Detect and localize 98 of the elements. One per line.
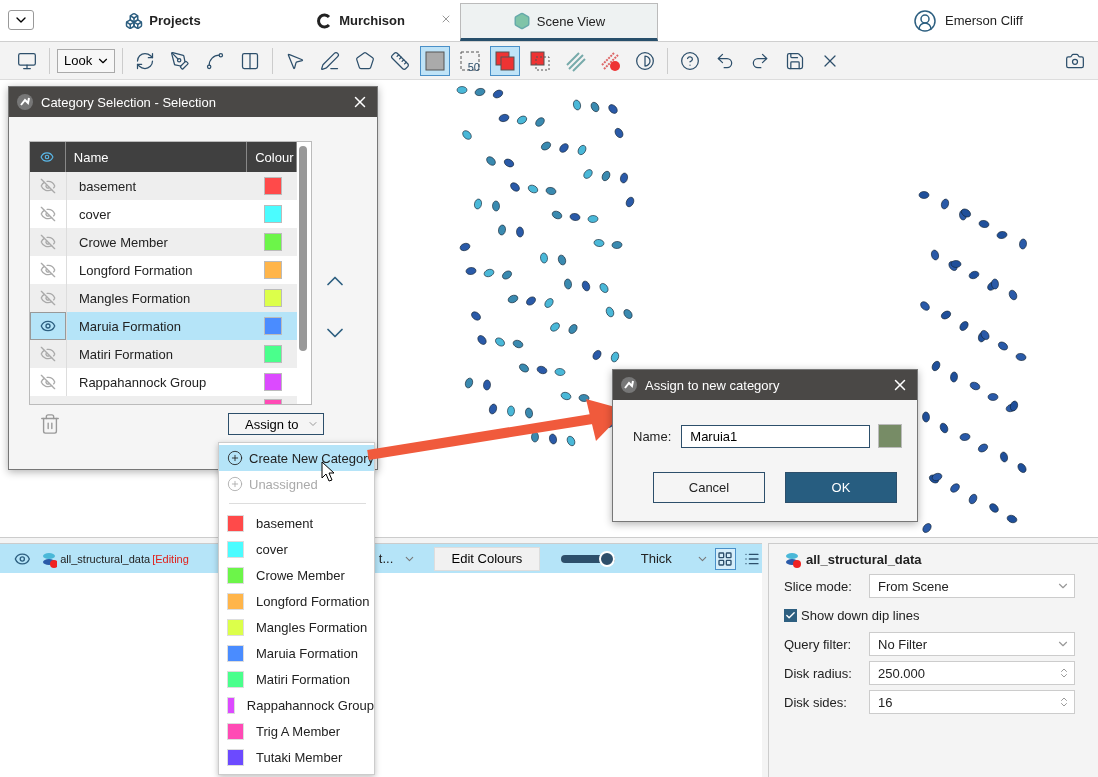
menu-item[interactable]: Matiri Formation [219,666,374,692]
colour-swatch[interactable] [264,205,282,223]
menu-item[interactable]: cover [219,536,374,562]
hatch-icon [564,49,586,72]
app-logo-icon [621,377,637,393]
dialog-title: Category Selection - Selection [41,94,217,110]
contrast-icon [635,50,655,71]
checkbox[interactable] [784,608,797,622]
menu-item[interactable]: Tutaki Member [219,744,374,770]
disks-error-icon [784,550,802,568]
app-logo-icon [17,94,33,110]
field-label: Slice mode: [784,578,853,594]
monitor-icon [17,50,37,71]
menu-item[interactable]: Trig A Member [219,718,374,744]
assign-to-button[interactable]: Assign to [228,413,324,435]
menu-item[interactable]: Rappahannock Group [219,692,374,718]
colour-swatch[interactable] [264,345,282,363]
dropdown-value[interactable]: t... [378,551,403,566]
tool-button[interactable] [490,45,520,76]
add-icon [227,476,243,492]
check-icon [785,609,796,621]
overlapping-squares-icon [494,49,516,72]
field-value: 16 [878,694,893,710]
colour-swatch[interactable] [264,373,282,391]
spinner-arrows-icon [1058,696,1070,708]
colour-swatch[interactable] [264,289,282,307]
category-row[interactable]: Matiri Formation [30,340,298,368]
menu-button[interactable] [8,10,34,30]
menu-item[interactable]: Crowe Member [219,562,374,588]
hatch-cross-icon [599,49,621,72]
select-field[interactable]: From Scene [869,574,1075,598]
thickness-label: Thick [640,551,673,566]
close-icon [440,13,452,25]
spinner-arrows-icon [1058,667,1070,679]
rotate-icon [135,50,155,71]
menu-item[interactable]: Mangles Formation [219,614,374,640]
pen-line-icon [320,50,340,71]
field-value: 250.000 [878,665,925,681]
eye-icon [40,150,55,164]
category-row[interactable]: basement [30,172,298,200]
polygon-icon [355,50,375,71]
view-mode-select[interactable]: Look [57,48,115,73]
scale-label: 50 [467,60,480,73]
tool-button[interactable] [420,45,450,76]
cancel-button[interactable]: Cancel [653,472,765,503]
slider-thumb[interactable] [598,550,615,567]
thickness-slider[interactable] [561,550,615,567]
colour-swatch[interactable] [264,233,282,251]
edit-colours-button[interactable]: Edit Colours [433,546,541,571]
help-icon [680,50,700,71]
name-field[interactable]: Maruia1 [681,424,871,448]
menu-item[interactable]: Maruia Formation [219,640,374,666]
polygon-icon [205,50,225,71]
colour-swatch[interactable] [264,317,282,335]
colour-swatch[interactable] [264,261,282,279]
tool-button[interactable]: 50 [455,45,485,76]
save-icon [785,50,805,71]
user-icon [913,8,937,33]
dialog-title: Assign to new category [645,377,781,393]
pen-icon [170,50,190,71]
hexagon-icon [512,12,531,30]
number-field[interactable]: 16 [869,690,1075,714]
menu-item[interactable]: basement [219,510,374,536]
close-tab-button[interactable] [440,13,452,25]
field-label: Query filter: [784,636,853,652]
name-label: Name: [633,428,672,444]
field-value: From Scene [878,578,949,594]
grid-icon [717,550,734,567]
grid-view-button[interactable] [715,547,736,570]
category-row[interactable]: Crowe Member [30,228,298,256]
square-outline-icon [529,49,551,72]
category-row[interactable]: Mangles Formation [30,284,298,312]
eye-icon[interactable] [30,312,66,340]
add-icon [227,450,243,466]
field-label: Disk radius: [784,665,853,681]
dashed-frame-icon [459,49,481,72]
scrollbar-thumb[interactable] [299,146,308,351]
user-name[interactable]: Emerson Cliff [945,13,1023,28]
ruler-icon [390,50,410,71]
field-label: Disk sides: [784,694,848,710]
tab[interactable]: Scene View [460,3,658,41]
ok-button[interactable]: OK [785,472,897,503]
number-field[interactable]: 250.000 [869,661,1075,685]
field-value: No Filter [878,636,928,652]
select-field[interactable]: No Filter [869,632,1075,656]
colour-swatch[interactable] [878,424,903,448]
checkbox-label: Show down dip lines [801,607,920,623]
category-row[interactable]: Maruia Formation [30,312,298,340]
panel-title: all_structural_data [806,551,922,567]
menu-item[interactable]: Longford Formation [219,588,374,614]
menu-item[interactable]: Create New Category [219,445,374,471]
delete-icon[interactable] [39,413,61,435]
editing-status: [Editing [152,552,189,565]
layer-name: all_structural_data [60,552,151,565]
cubes-icon [125,11,144,30]
split-view-icon [240,50,260,71]
square-icon [424,49,446,72]
colour-swatch[interactable] [264,177,282,195]
